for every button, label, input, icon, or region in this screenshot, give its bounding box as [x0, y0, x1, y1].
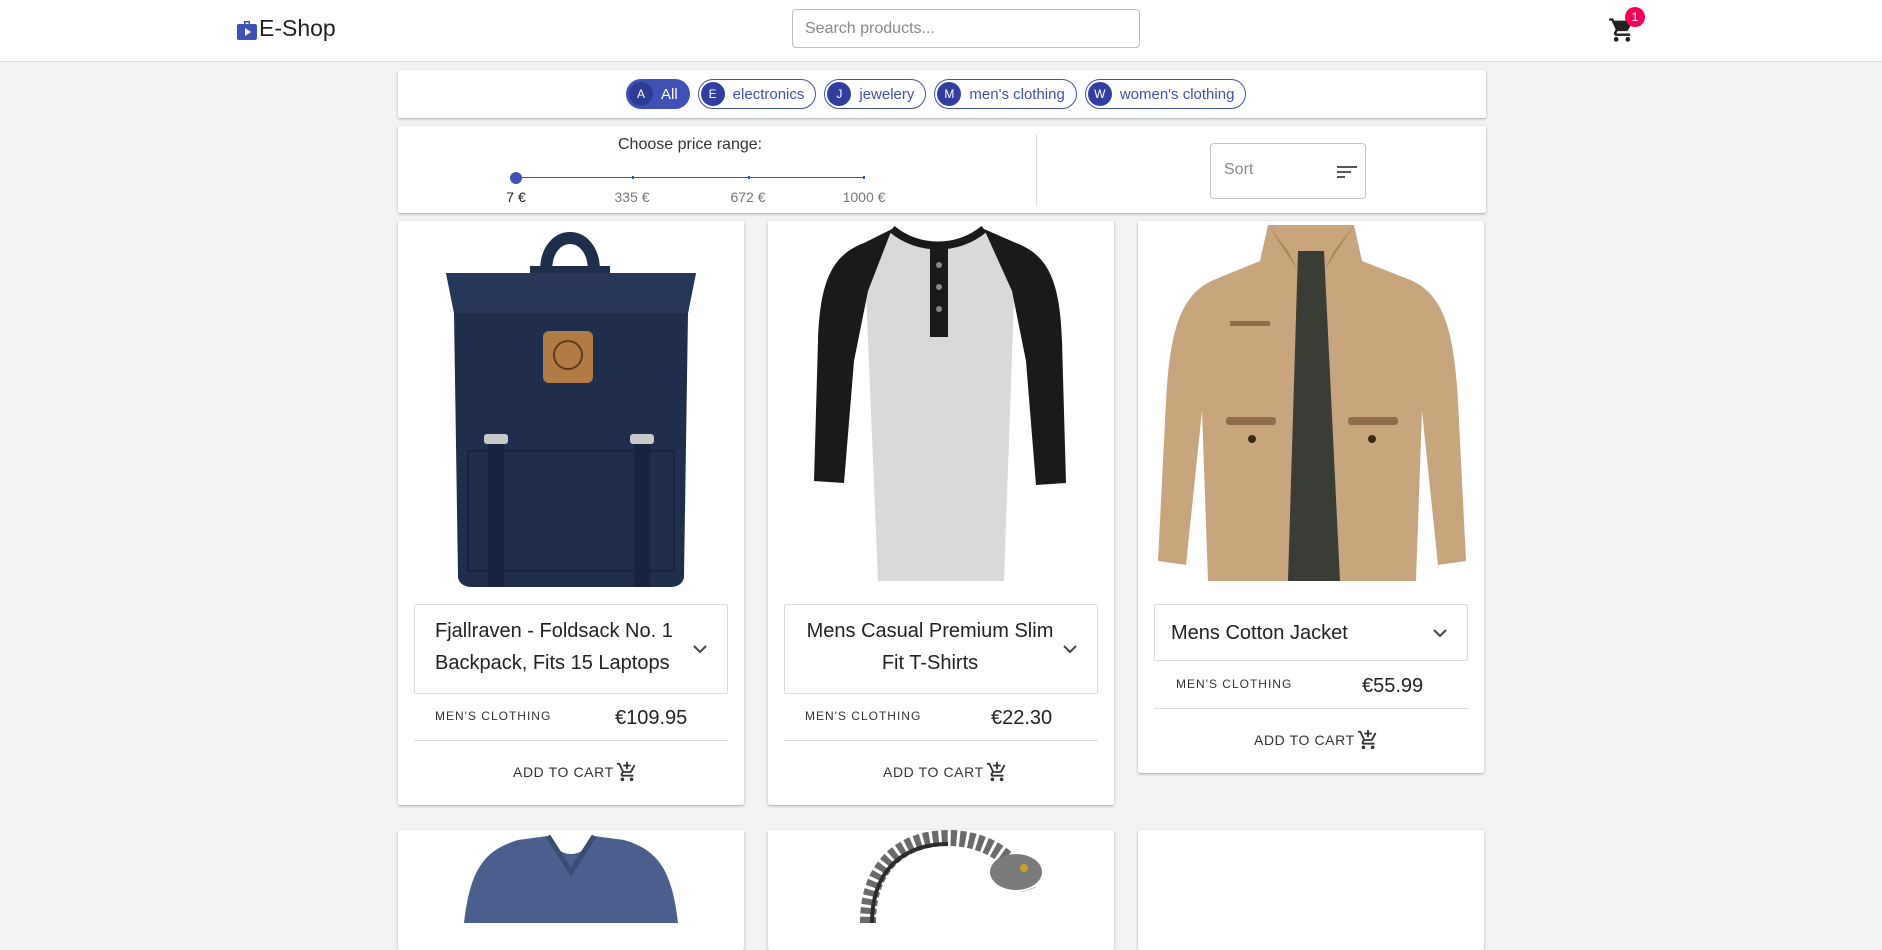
product-card: Fjallraven - Foldsack No. 1 Backpack, Fi…: [398, 221, 744, 805]
card-divider: [414, 740, 728, 741]
price-mark: 672 €: [730, 189, 766, 205]
category-chip-jewelery[interactable]: J jewelery: [824, 79, 927, 109]
brand[interactable]: E-Shop: [237, 15, 336, 42]
product-image-jacket[interactable]: [1148, 221, 1474, 587]
slider-tick: [748, 176, 750, 179]
chip-label: jewelery: [859, 85, 915, 103]
chip-avatar: M: [937, 82, 962, 106]
sort-label: Sort: [1224, 161, 1254, 178]
chip-avatar: A: [629, 82, 653, 106]
product-card: Mens Casual Premium Slim Fit T-Shirts ME…: [768, 221, 1114, 805]
chevron-down-icon: [1063, 645, 1077, 654]
slider-tick: [863, 176, 865, 179]
product-category: MEN'S CLOTHING: [435, 709, 552, 723]
search-input[interactable]: [792, 9, 1140, 48]
product-image-tshirt[interactable]: [808, 221, 1074, 587]
product-image-bracelet[interactable]: [828, 830, 1054, 923]
sort-select[interactable]: Sort: [1210, 143, 1366, 199]
app-bar: E-Shop 1: [0, 0, 1882, 62]
add-shopping-cart-icon: [1357, 729, 1377, 750]
card-divider: [784, 740, 1098, 741]
chip-label: men's clothing: [969, 85, 1065, 103]
price-mark: 7 €: [506, 189, 526, 205]
slider-rail: [516, 177, 864, 178]
product-title: Mens Cotton Jacket: [1171, 622, 1348, 644]
product-image-sweater[interactable]: [448, 830, 694, 923]
price-range-slider[interactable]: [510, 170, 865, 186]
product-card: [768, 830, 1114, 950]
chevron-down-icon: [1433, 629, 1447, 638]
chip-avatar: J: [827, 82, 852, 106]
category-chip-mens-clothing[interactable]: M men's clothing: [934, 79, 1077, 109]
add-to-cart-button[interactable]: ADD TO CART: [883, 761, 1008, 783]
product-category: MEN'S CLOTHING: [805, 709, 922, 723]
chip-label: women's clothing: [1119, 85, 1235, 103]
sort-icon: [1337, 166, 1357, 178]
product-price: €109.95: [615, 707, 688, 729]
add-to-cart-button[interactable]: ADD TO CART: [513, 761, 638, 783]
product-title-accordion[interactable]: Mens Cotton Jacket: [1154, 604, 1468, 661]
chip-avatar: E: [700, 82, 725, 106]
add-shopping-cart-icon: [986, 761, 1006, 782]
category-chip-electronics[interactable]: E electronics: [697, 79, 817, 109]
chevron-down-icon: [693, 645, 707, 654]
product-card: [1138, 830, 1484, 950]
product-title-accordion[interactable]: Fjallraven - Foldsack No. 1 Backpack, Fi…: [414, 604, 728, 694]
product-card: Mens Cotton Jacket MEN'S CLOTHING €55.99…: [1138, 221, 1484, 773]
chip-label: All: [661, 85, 678, 103]
add-shopping-cart-icon: [616, 761, 636, 782]
product-card: [398, 830, 744, 950]
category-chip-list: A All E electronics J jewelery M men's c…: [626, 79, 1247, 109]
category-chip-all[interactable]: A All: [626, 79, 690, 109]
category-filter-bar: A All E electronics J jewelery M men's c…: [398, 70, 1486, 118]
price-mark: 1000 €: [842, 189, 886, 205]
product-title-accordion[interactable]: Mens Casual Premium Slim Fit T-Shirts: [784, 604, 1098, 694]
brand-title: E-Shop: [259, 15, 336, 41]
filter-divider: [1036, 134, 1037, 206]
add-to-cart-label: ADD TO CART: [1254, 732, 1355, 748]
price-mark: 335 €: [614, 189, 650, 205]
shopping-bag-icon: [237, 20, 257, 40]
product-image-backpack[interactable]: [438, 221, 704, 587]
add-to-cart-label: ADD TO CART: [883, 764, 984, 780]
product-category: MEN'S CLOTHING: [1176, 677, 1293, 691]
price-range-title: Choose price range:: [618, 136, 763, 153]
product-title: Fjallraven - Foldsack No. 1 Backpack, Fi…: [435, 620, 673, 674]
slider-tick: [632, 176, 634, 179]
product-price: €22.30: [991, 707, 1053, 729]
add-to-cart-button[interactable]: ADD TO CART: [1254, 729, 1379, 751]
add-to-cart-label: ADD TO CART: [513, 764, 614, 780]
slider-thumb[interactable]: [510, 172, 522, 184]
filter-panel: Choose price range: 7 € 335 € 672 € 1000…: [398, 126, 1486, 213]
chip-avatar: W: [1087, 82, 1112, 106]
card-divider: [1154, 708, 1468, 709]
category-chip-womens-clothing[interactable]: W women's clothing: [1084, 79, 1247, 109]
chip-label: electronics: [732, 85, 805, 103]
cart-count-badge: 1: [1625, 7, 1645, 27]
product-price: €55.99: [1362, 675, 1424, 697]
product-title: Mens Casual Premium Slim Fit T-Shirts: [806, 620, 1054, 674]
